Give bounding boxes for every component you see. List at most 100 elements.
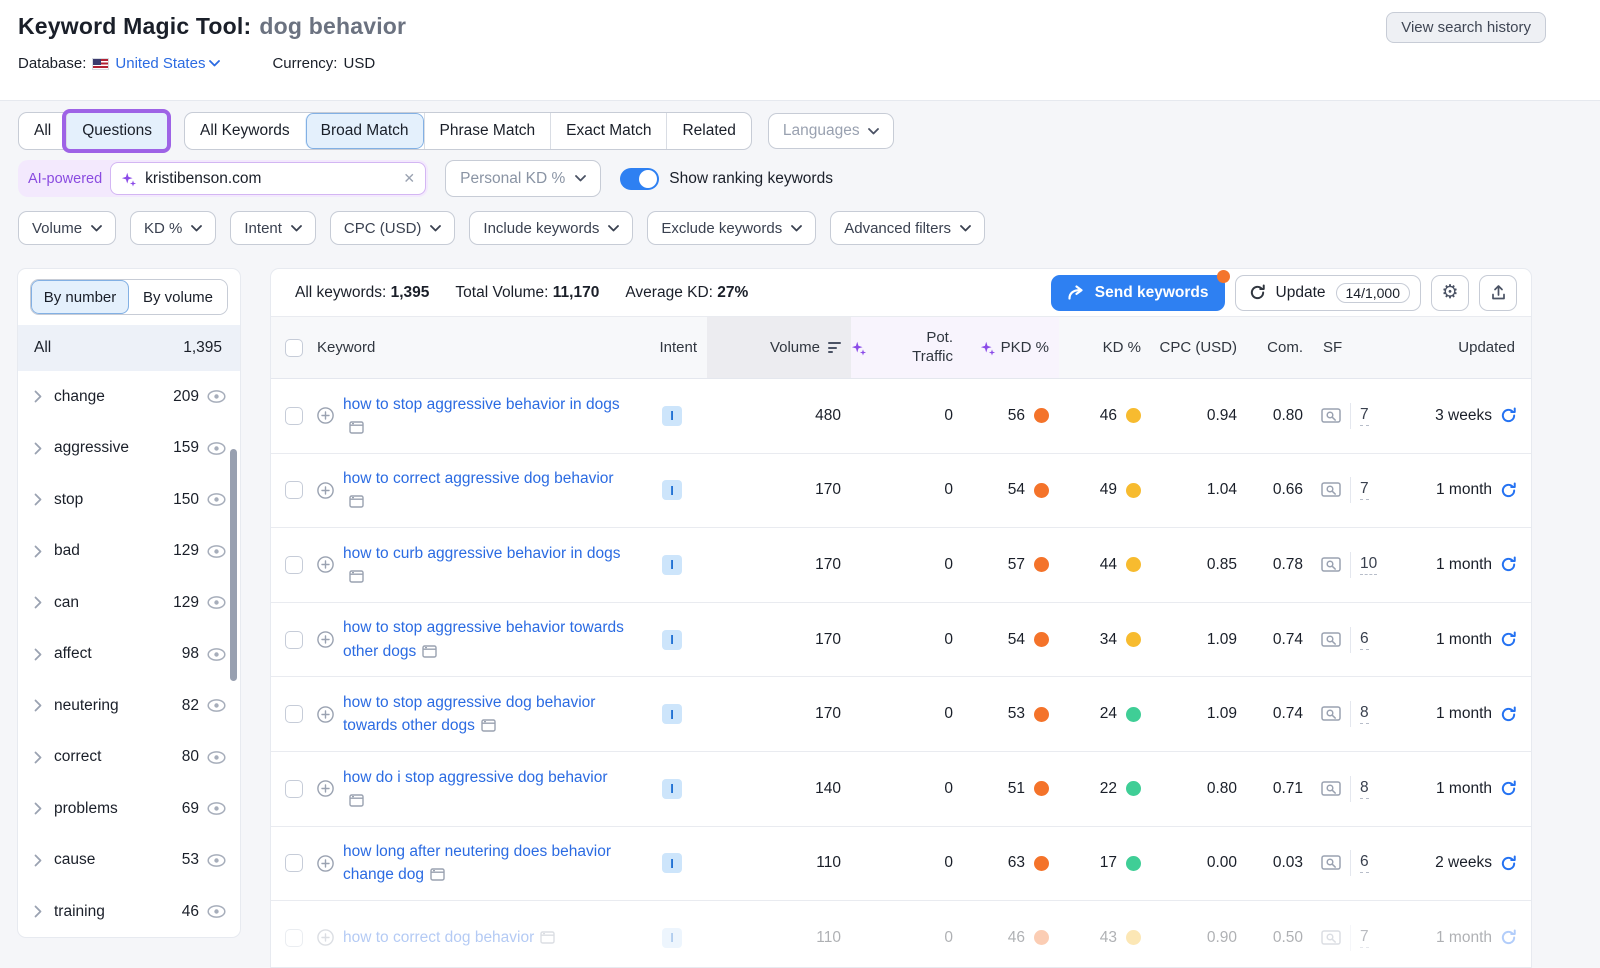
serp-preview-icon[interactable]	[1321, 781, 1341, 797]
eye-icon[interactable]	[207, 390, 226, 403]
sf-link[interactable]: 10	[1360, 555, 1377, 575]
serp-preview-icon[interactable]	[1321, 408, 1341, 424]
view-search-history-button[interactable]: View search history	[1386, 12, 1546, 43]
add-keyword-icon[interactable]	[317, 780, 334, 797]
chevron-right-icon[interactable]	[34, 699, 42, 712]
refresh-icon[interactable]	[1500, 929, 1517, 946]
intent-badge[interactable]: I	[662, 630, 682, 650]
serp-features-icon[interactable]	[349, 421, 364, 434]
eye-icon[interactable]	[207, 493, 226, 506]
tab-questions[interactable]: Questions	[66, 113, 167, 149]
filter-volume[interactable]: Volume	[18, 211, 116, 245]
intent-badge[interactable]: I	[662, 704, 682, 724]
col-intent[interactable]: Intent	[637, 317, 707, 378]
sidebar-group-row[interactable]: correct 80	[18, 732, 240, 784]
sidebar-group-row[interactable]: can 129	[18, 577, 240, 629]
intent-badge[interactable]: I	[662, 555, 682, 575]
settings-button[interactable]: ⚙	[1431, 275, 1469, 311]
add-keyword-icon[interactable]	[317, 407, 334, 424]
eye-icon[interactable]	[207, 905, 226, 918]
sf-link[interactable]: 7	[1360, 480, 1369, 500]
languages-dropdown[interactable]: Languages	[768, 113, 894, 149]
add-keyword-icon[interactable]	[317, 855, 334, 872]
tab-broad-match[interactable]: Broad Match	[305, 113, 424, 149]
eye-icon[interactable]	[207, 854, 226, 867]
sidebar-group-row[interactable]: problems 69	[18, 783, 240, 835]
row-checkbox[interactable]	[285, 929, 303, 947]
row-checkbox[interactable]	[285, 631, 303, 649]
serp-features-icon[interactable]	[349, 570, 364, 583]
row-checkbox[interactable]	[285, 854, 303, 872]
add-keyword-icon[interactable]	[317, 706, 334, 723]
chevron-right-icon[interactable]	[34, 442, 42, 455]
send-keywords-button[interactable]: Send keywords	[1051, 275, 1225, 311]
chevron-right-icon[interactable]	[34, 905, 42, 918]
sidebar-group-row[interactable]: cause 53	[18, 835, 240, 887]
filter-intent[interactable]: Intent	[230, 211, 316, 245]
keyword-link[interactable]: how to curb aggressive behavior in dogs	[343, 542, 627, 589]
eye-icon[interactable]	[207, 648, 226, 661]
refresh-icon[interactable]	[1500, 780, 1517, 797]
refresh-icon[interactable]	[1500, 407, 1517, 424]
sf-link[interactable]: 6	[1360, 630, 1369, 650]
tab-phrase-match[interactable]: Phrase Match	[424, 113, 551, 149]
chevron-right-icon[interactable]	[34, 596, 42, 609]
keyword-link[interactable]: how to stop aggressive dog behavior towa…	[343, 691, 627, 738]
database-select[interactable]: United States	[115, 55, 220, 72]
sf-link[interactable]: 7	[1360, 406, 1369, 426]
row-checkbox[interactable]	[285, 407, 303, 425]
refresh-icon[interactable]	[1500, 482, 1517, 499]
serp-features-icon[interactable]	[481, 719, 496, 732]
add-keyword-icon[interactable]	[317, 929, 334, 946]
col-updated[interactable]: Updated	[1399, 317, 1531, 378]
add-keyword-icon[interactable]	[317, 631, 334, 648]
filter-advanced[interactable]: Advanced filters	[830, 211, 985, 245]
eye-icon[interactable]	[207, 442, 226, 455]
serp-preview-icon[interactable]	[1321, 482, 1341, 498]
row-checkbox[interactable]	[285, 705, 303, 723]
keyword-link[interactable]: how to stop aggressive behavior towards …	[343, 616, 627, 663]
keyword-link[interactable]: how long after neutering does behavior c…	[343, 840, 627, 887]
chevron-right-icon[interactable]	[34, 802, 42, 815]
keyword-link[interactable]: how to correct dog behavior	[343, 926, 555, 949]
add-keyword-icon[interactable]	[317, 482, 334, 499]
intent-badge[interactable]: I	[662, 480, 682, 500]
filter-include-keywords[interactable]: Include keywords	[469, 211, 633, 245]
sidebar-group-row[interactable]: aggressive 159	[18, 423, 240, 475]
col-volume[interactable]: Volume	[707, 317, 851, 378]
col-sf[interactable]: SF	[1313, 317, 1399, 378]
intent-badge[interactable]: I	[662, 406, 682, 426]
refresh-icon[interactable]	[1500, 706, 1517, 723]
sf-link[interactable]: 8	[1360, 779, 1369, 799]
tab-by-number[interactable]: By number	[31, 280, 129, 314]
chevron-right-icon[interactable]	[34, 854, 42, 867]
chevron-right-icon[interactable]	[34, 390, 42, 403]
chevron-right-icon[interactable]	[34, 751, 42, 764]
tab-all[interactable]: All	[19, 113, 66, 149]
serp-preview-icon[interactable]	[1321, 557, 1341, 573]
col-com[interactable]: Com.	[1247, 317, 1313, 378]
sf-link[interactable]: 6	[1360, 853, 1369, 873]
chevron-right-icon[interactable]	[34, 545, 42, 558]
serp-features-icon[interactable]	[349, 495, 364, 508]
search-input[interactable]: kristibenson.com ✕	[110, 162, 426, 195]
row-checkbox[interactable]	[285, 556, 303, 574]
eye-icon[interactable]	[207, 751, 226, 764]
refresh-icon[interactable]	[1500, 631, 1517, 648]
tab-all-keywords[interactable]: All Keywords	[185, 113, 305, 149]
tab-exact-match[interactable]: Exact Match	[550, 113, 666, 149]
tab-by-volume[interactable]: By volume	[129, 280, 227, 314]
intent-badge[interactable]: I	[662, 779, 682, 799]
serp-preview-icon[interactable]	[1321, 632, 1341, 648]
serp-preview-icon[interactable]	[1321, 855, 1341, 871]
filter-kd[interactable]: KD %	[130, 211, 216, 245]
eye-icon[interactable]	[207, 699, 226, 712]
clear-search-icon[interactable]: ✕	[403, 170, 415, 187]
sidebar-all-row[interactable]: All 1,395	[18, 325, 240, 371]
serp-preview-icon[interactable]	[1321, 930, 1341, 946]
col-keyword[interactable]: Keyword	[317, 317, 637, 378]
row-checkbox[interactable]	[285, 481, 303, 499]
serp-features-icon[interactable]	[430, 868, 445, 881]
eye-icon[interactable]	[207, 596, 226, 609]
sidebar-group-row[interactable]: affect 98	[18, 629, 240, 681]
